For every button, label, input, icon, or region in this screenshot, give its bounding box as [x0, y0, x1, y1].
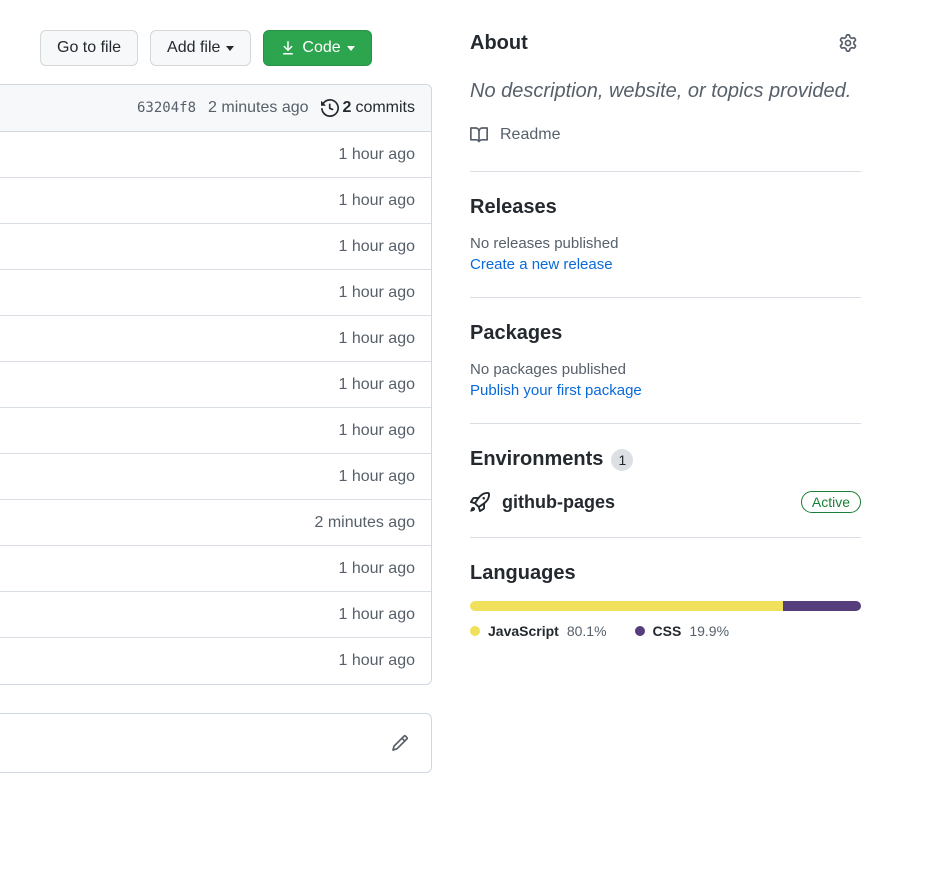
language-segment: [783, 601, 861, 611]
commit-count: 2: [343, 99, 352, 117]
language-item[interactable]: JavaScript 80.1%: [470, 623, 607, 639]
environment-status: Active: [801, 491, 861, 513]
publish-package-link[interactable]: Publish your first package: [470, 382, 642, 399]
packages-heading: Packages: [470, 322, 861, 345]
file-row-time: 1 hour ago: [338, 652, 415, 670]
caret-down-icon: [226, 46, 234, 51]
releases-heading: Releases: [470, 196, 861, 219]
languages-section: Languages JavaScript 80.1% CSS 19.9%: [470, 562, 861, 663]
file-row-time: 2 minutes ago: [314, 514, 415, 532]
language-item[interactable]: CSS 19.9%: [635, 623, 730, 639]
commits-word: commits: [355, 99, 415, 117]
environments-heading: Environments: [470, 448, 603, 471]
packages-empty: No packages published: [470, 361, 861, 378]
pencil-icon: [391, 734, 409, 752]
edit-about-button[interactable]: [835, 30, 861, 56]
action-bar: Go to file Add file Code: [0, 30, 432, 66]
environments-count: 1: [611, 449, 633, 471]
language-dot: [470, 626, 480, 636]
file-row[interactable]: 1 hour ago: [0, 546, 431, 592]
code-button[interactable]: Code: [263, 30, 371, 66]
languages-list: JavaScript 80.1% CSS 19.9%: [470, 623, 861, 639]
file-row[interactable]: 1 hour ago: [0, 224, 431, 270]
language-name: CSS: [653, 623, 682, 639]
language-dot: [635, 626, 645, 636]
edit-readme-button[interactable]: [385, 728, 415, 758]
about-heading: About: [470, 32, 528, 55]
file-row[interactable]: 1 hour ago: [0, 132, 431, 178]
file-row-time: 1 hour ago: [338, 422, 415, 440]
languages-bar: [470, 601, 861, 611]
file-row[interactable]: 1 hour ago: [0, 316, 431, 362]
language-segment: [470, 601, 783, 611]
releases-empty: No releases published: [470, 235, 861, 252]
file-row-time: 1 hour ago: [338, 468, 415, 486]
file-row-time: 1 hour ago: [338, 560, 415, 578]
environment-name: github-pages: [502, 492, 789, 513]
file-row-time: 1 hour ago: [338, 146, 415, 164]
add-file-label: Add file: [167, 38, 220, 58]
file-row[interactable]: 1 hour ago: [0, 592, 431, 638]
file-row[interactable]: 1 hour ago: [0, 408, 431, 454]
go-to-file-button[interactable]: Go to file: [40, 30, 138, 66]
releases-section: Releases No releases published Create a …: [470, 196, 861, 298]
file-row[interactable]: 1 hour ago: [0, 638, 431, 684]
book-icon: [470, 126, 488, 144]
commit-sha[interactable]: 63204f8: [137, 100, 196, 116]
download-icon: [280, 40, 296, 56]
commit-header: 63204f8 2 minutes ago 2 commits: [0, 85, 431, 132]
file-row-time: 1 hour ago: [338, 192, 415, 210]
file-row[interactable]: 1 hour ago: [0, 270, 431, 316]
create-release-link[interactable]: Create a new release: [470, 256, 613, 273]
readme-link[interactable]: Readme: [470, 126, 560, 144]
file-row-time: 1 hour ago: [338, 330, 415, 348]
file-row[interactable]: 2 minutes ago: [0, 500, 431, 546]
language-name: JavaScript: [488, 623, 559, 639]
go-to-file-label: Go to file: [57, 38, 121, 58]
commits-link[interactable]: 2 commits: [321, 99, 415, 117]
file-row-time: 1 hour ago: [338, 376, 415, 394]
about-description: No description, website, or topics provi…: [470, 76, 861, 106]
language-percent: 19.9%: [689, 623, 729, 639]
commit-time: 2 minutes ago: [208, 99, 309, 117]
packages-section: Packages No packages published Publish y…: [470, 322, 861, 424]
file-row[interactable]: 1 hour ago: [0, 362, 431, 408]
languages-heading: Languages: [470, 562, 861, 585]
file-row-time: 1 hour ago: [338, 238, 415, 256]
environments-section: Environments 1 github-pages Active: [470, 448, 861, 538]
rocket-icon: [470, 492, 490, 512]
file-row-time: 1 hour ago: [338, 606, 415, 624]
caret-down-icon: [347, 46, 355, 51]
code-label: Code: [302, 38, 340, 58]
gear-icon: [839, 34, 857, 52]
file-list-box: 63204f8 2 minutes ago 2 commits 1 hour a…: [0, 84, 432, 685]
readme-panel: [0, 713, 432, 773]
file-row[interactable]: 1 hour ago: [0, 178, 431, 224]
language-percent: 80.1%: [567, 623, 607, 639]
readme-label: Readme: [500, 126, 560, 144]
history-icon: [321, 99, 339, 117]
file-row[interactable]: 1 hour ago: [0, 454, 431, 500]
add-file-button[interactable]: Add file: [150, 30, 251, 66]
file-row-time: 1 hour ago: [338, 284, 415, 302]
environment-item[interactable]: github-pages Active: [470, 491, 861, 513]
about-section: About No description, website, or topics…: [470, 30, 861, 172]
